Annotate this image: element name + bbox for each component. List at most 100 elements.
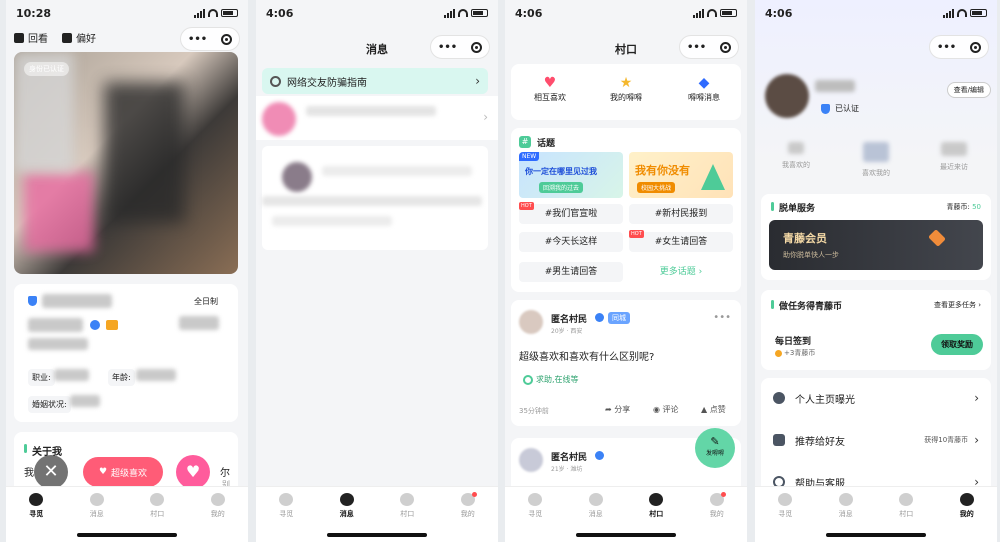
tab-me[interactable]: 我的: [438, 487, 499, 542]
comment-button[interactable]: ◉ 评论: [653, 404, 679, 415]
conversation-item[interactable]: [262, 146, 488, 250]
topics-title: 话题: [537, 139, 556, 149]
mini-program-capsule[interactable]: •••: [180, 27, 240, 51]
post-topic-tag[interactable]: 求助,在线等: [523, 374, 579, 385]
message-icon: [339, 493, 354, 506]
tab-me[interactable]: 我的: [188, 487, 249, 542]
vip-banner[interactable]: 青藤会员 助你脱单快人一步: [769, 220, 983, 270]
message-icon: [838, 493, 853, 506]
topic-banner-past[interactable]: NEW 你一定在哪里见过我 回溯我的过去: [519, 152, 623, 198]
menu-card: 个人主页曝光 › 推荐给好友 获得10青藤币 › 帮助与客服 ›: [761, 378, 991, 502]
tab-discover[interactable]: 寻觅: [755, 487, 816, 542]
dislike-button[interactable]: ✕: [34, 455, 68, 489]
vip-diamond-icon: [928, 229, 946, 247]
view-edit-button[interactable]: 查看/编辑: [946, 82, 991, 98]
tab-discover[interactable]: 寻觅: [256, 487, 317, 542]
vip-diamond-icon: [106, 320, 118, 330]
male-icon: [595, 451, 604, 460]
more-tasks-link[interactable]: 查看更多任务 ›: [934, 300, 981, 310]
share-icon: ➦: [605, 405, 612, 414]
message-icon: [89, 493, 104, 506]
profile-photo[interactable]: 身份已认证: [14, 52, 238, 274]
preference-button[interactable]: 偏好: [62, 30, 96, 45]
village-icon: [899, 493, 914, 506]
more-topics-link[interactable]: 更多话题 ›: [629, 262, 733, 282]
quick-entry-card: ♥ 相互喜欢 ★ 我的嘚嘚 ◆ 嘚嘚消息: [511, 64, 741, 120]
mini-program-capsule[interactable]: •••: [929, 35, 989, 59]
village-icon: [400, 493, 415, 506]
verified-badge: 身份已认证: [24, 62, 69, 76]
topic-chip[interactable]: #我们官宣啦 HOT: [519, 202, 623, 224]
status-time: 10:28: [16, 6, 52, 20]
triangle-illustration: [701, 164, 725, 190]
screen-discover: 10:28 回看 偏好 ••• 身份已认证 全日制 职业: 年龄: 婚姻状况: …: [6, 0, 248, 542]
more-options-icon[interactable]: •••: [713, 312, 731, 323]
profile-icon: [959, 493, 974, 506]
status-bar: 10:28: [16, 6, 238, 20]
avatar: [519, 310, 543, 334]
pen-icon: ✎: [710, 435, 720, 448]
village-icon: [150, 493, 165, 506]
anti-fraud-banner[interactable]: 网络交友防骗指南 ›: [262, 68, 488, 94]
tab-me[interactable]: 我的: [937, 487, 998, 542]
verified-shield-icon: [821, 104, 830, 114]
chevron-right-icon: ›: [974, 391, 979, 405]
topic-chip[interactable]: #今天长这样: [519, 232, 623, 252]
topic-icon: [523, 374, 533, 385]
menu-item-recommend[interactable]: 推荐给好友 获得10青藤币 ›: [761, 428, 991, 452]
avatar[interactable]: [765, 74, 809, 118]
post-messages-entry[interactable]: ◆ 嘚嘚消息: [679, 74, 729, 103]
new-post-fab[interactable]: ✎ 发嘚嘚: [695, 428, 735, 468]
heart-icon: ♥: [543, 75, 557, 91]
message-icon: [588, 493, 603, 506]
male-icon: [90, 320, 100, 330]
discover-icon: [528, 493, 543, 506]
star-icon: ★: [619, 75, 633, 91]
back-review-button[interactable]: 回看: [14, 30, 48, 45]
claim-reward-button[interactable]: 领取奖励: [931, 334, 983, 355]
mini-program-capsule[interactable]: •••: [679, 35, 739, 59]
service-title: 脱单服务: [779, 204, 816, 214]
shield-icon: [28, 296, 37, 306]
new-badge: NEW: [519, 152, 540, 161]
topic-chip[interactable]: #新村民报到: [629, 204, 733, 224]
tab-me[interactable]: 我的: [687, 487, 748, 542]
mini-program-capsule[interactable]: •••: [430, 35, 490, 59]
heart-icon: ♥: [185, 462, 201, 481]
close-icon: ✕: [43, 461, 59, 482]
topic-chip[interactable]: #女生请回答 HOT: [629, 230, 733, 252]
stat-liked-me[interactable]: 喜欢我的: [849, 142, 903, 178]
avatar: [519, 448, 543, 472]
post-card[interactable]: 匿名村民 同城 20岁 · 西安 ••• 超级喜欢和喜欢有什么区别呢? 求助,在…: [511, 300, 741, 426]
status-bar: 4:06: [765, 6, 987, 20]
topic-chip[interactable]: #男生请回答: [519, 262, 623, 282]
task-card: 做任务得青藤币 查看更多任务 › 每日签到 +3青藤币 领取奖励: [761, 290, 991, 370]
chevron-right-icon: ›: [475, 74, 480, 88]
verified-label: 已认证: [835, 104, 859, 113]
service-card: 脱单服务 青藤币: 50 青藤会员 助你脱单快人一步: [761, 194, 991, 280]
like-button[interactable]: ♥: [176, 455, 210, 489]
conversation-item[interactable]: ›: [256, 96, 498, 140]
super-like-button[interactable]: ♥ 超级喜欢: [83, 457, 163, 487]
heart-icon: ♥: [98, 467, 108, 477]
my-posts-entry[interactable]: ★ 我的嘚嘚: [601, 74, 651, 103]
topic-banner-campus[interactable]: 我有你没有 校园大挑战: [629, 152, 733, 198]
stat-recent-visitors[interactable]: 最近来访: [927, 142, 981, 172]
stat-i-liked[interactable]: 我喜欢的: [769, 142, 823, 170]
discover-icon: [279, 493, 294, 506]
microphone-icon: [773, 392, 785, 404]
profile-info-card: 全日制 职业: 年龄: 婚姻状况:: [14, 284, 238, 422]
post-meta: 20岁 · 西安: [551, 328, 583, 335]
job-field: 职业:: [28, 369, 55, 386]
tab-discover[interactable]: 寻觅: [505, 487, 566, 542]
share-button[interactable]: ➦ 分享: [605, 404, 630, 415]
male-icon: [595, 313, 604, 322]
vip-title: 青藤会员: [783, 232, 827, 245]
comment-icon: ◉: [653, 405, 660, 414]
tab-discover[interactable]: 寻觅: [6, 487, 67, 542]
mutual-like-entry[interactable]: ♥ 相互喜欢: [525, 74, 575, 103]
age-field: 年龄:: [108, 369, 135, 386]
status-bar: 4:06: [515, 6, 737, 20]
menu-item-profile-exposure[interactable]: 个人主页曝光 ›: [761, 386, 991, 410]
like-post-button[interactable]: ▲ 点赞: [701, 404, 726, 415]
